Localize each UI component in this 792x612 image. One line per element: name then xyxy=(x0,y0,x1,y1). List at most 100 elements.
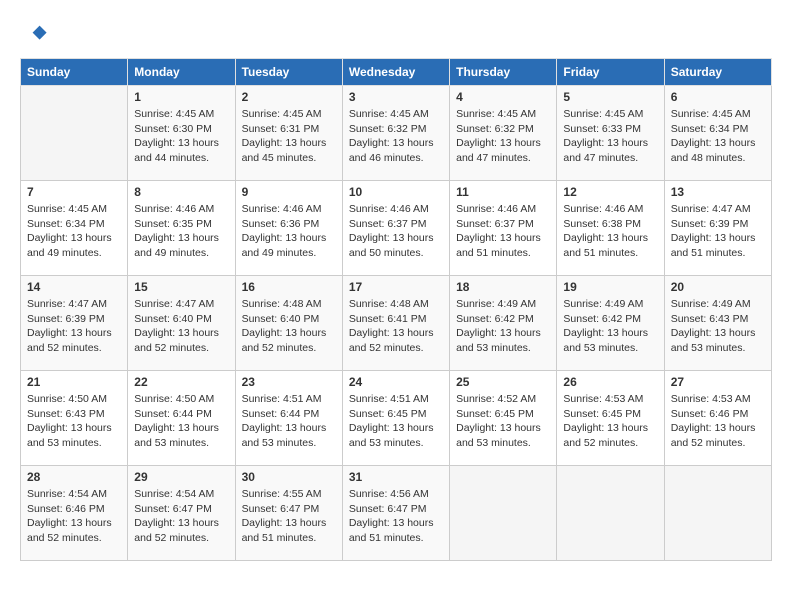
day-info: Sunrise: 4:53 AMSunset: 6:46 PMDaylight:… xyxy=(671,392,765,451)
day-cell xyxy=(21,86,128,181)
calendar-table: SundayMondayTuesdayWednesdayThursdayFrid… xyxy=(20,58,772,561)
day-cell: 24Sunrise: 4:51 AMSunset: 6:45 PMDayligh… xyxy=(342,371,449,466)
day-info: Sunrise: 4:53 AMSunset: 6:45 PMDaylight:… xyxy=(563,392,657,451)
day-info: Sunrise: 4:52 AMSunset: 6:45 PMDaylight:… xyxy=(456,392,550,451)
day-info: Sunrise: 4:49 AMSunset: 6:42 PMDaylight:… xyxy=(456,297,550,356)
day-info: Sunrise: 4:47 AMSunset: 6:39 PMDaylight:… xyxy=(671,202,765,261)
day-number: 20 xyxy=(671,280,765,294)
day-cell: 28Sunrise: 4:54 AMSunset: 6:46 PMDayligh… xyxy=(21,466,128,561)
day-info: Sunrise: 4:45 AMSunset: 6:33 PMDaylight:… xyxy=(563,107,657,166)
header-monday: Monday xyxy=(128,59,235,86)
day-info: Sunrise: 4:45 AMSunset: 6:34 PMDaylight:… xyxy=(671,107,765,166)
day-cell: 2 Sunrise: 4:45 AMSunset: 6:31 PMDaylight… xyxy=(235,86,342,181)
calendar-body: 1 Sunrise: 4:45 AMSunset: 6:30 PMDaylight… xyxy=(21,86,772,561)
day-cell: 5 Sunrise: 4:45 AMSunset: 6:33 PMDaylight… xyxy=(557,86,664,181)
day-cell: 9Sunrise: 4:46 AMSunset: 6:36 PMDaylight… xyxy=(235,181,342,276)
day-number: 14 xyxy=(27,280,121,294)
week-row-2: 7 Sunrise: 4:45 AMSunset: 6:34 PMDaylight… xyxy=(21,181,772,276)
day-number: 11 xyxy=(456,185,550,199)
day-info: Sunrise: 4:47 AMSunset: 6:39 PMDaylight:… xyxy=(27,297,121,356)
day-info: Sunrise: 4:46 AMSunset: 6:37 PMDaylight:… xyxy=(349,202,443,261)
day-number: 7 xyxy=(27,185,121,199)
day-number: 25 xyxy=(456,375,550,389)
day-number: 23 xyxy=(242,375,336,389)
day-number: 26 xyxy=(563,375,657,389)
day-info: Sunrise: 4:46 AMSunset: 6:38 PMDaylight:… xyxy=(563,202,657,261)
day-number: 6 xyxy=(671,90,765,104)
day-cell: 1 Sunrise: 4:45 AMSunset: 6:30 PMDaylight… xyxy=(128,86,235,181)
calendar-header-row: SundayMondayTuesdayWednesdayThursdayFrid… xyxy=(21,59,772,86)
day-cell: 25 Sunrise: 4:52 AMSunset: 6:45 PMDayligh… xyxy=(450,371,557,466)
day-cell: 4 Sunrise: 4:45 AMSunset: 6:32 PMDaylight… xyxy=(450,86,557,181)
day-number: 8 xyxy=(134,185,228,199)
day-number: 22 xyxy=(134,375,228,389)
day-cell: 31 Sunrise: 4:56 AMSunset: 6:47 PMDayligh… xyxy=(342,466,449,561)
day-info: Sunrise: 4:48 AMSunset: 6:40 PMDaylight:… xyxy=(242,297,336,356)
day-info: Sunrise: 4:47 AMSunset: 6:40 PMDaylight:… xyxy=(134,297,228,356)
day-info: Sunrise: 4:45 AMSunset: 6:32 PMDaylight:… xyxy=(456,107,550,166)
day-cell: 19 Sunrise: 4:49 AMSunset: 6:42 PMDayligh… xyxy=(557,276,664,371)
header-tuesday: Tuesday xyxy=(235,59,342,86)
day-cell: 15 Sunrise: 4:47 AMSunset: 6:40 PMDayligh… xyxy=(128,276,235,371)
day-number: 18 xyxy=(456,280,550,294)
day-info: Sunrise: 4:56 AMSunset: 6:47 PMDaylight:… xyxy=(349,487,443,546)
day-number: 16 xyxy=(242,280,336,294)
day-cell: 10Sunrise: 4:46 AMSunset: 6:37 PMDayligh… xyxy=(342,181,449,276)
day-info: Sunrise: 4:46 AMSunset: 6:35 PMDaylight:… xyxy=(134,202,228,261)
day-info: Sunrise: 4:51 AMSunset: 6:45 PMDaylight:… xyxy=(349,392,443,451)
day-cell: 11 Sunrise: 4:46 AMSunset: 6:37 PMDayligh… xyxy=(450,181,557,276)
day-number: 30 xyxy=(242,470,336,484)
day-number: 1 xyxy=(134,90,228,104)
page-header xyxy=(20,20,772,48)
day-number: 5 xyxy=(563,90,657,104)
day-info: Sunrise: 4:46 AMSunset: 6:37 PMDaylight:… xyxy=(456,202,550,261)
day-cell: 21Sunrise: 4:50 AMSunset: 6:43 PMDayligh… xyxy=(21,371,128,466)
day-number: 19 xyxy=(563,280,657,294)
day-info: Sunrise: 4:50 AMSunset: 6:44 PMDaylight:… xyxy=(134,392,228,451)
logo-icon xyxy=(20,20,48,48)
day-info: Sunrise: 4:54 AMSunset: 6:47 PMDaylight:… xyxy=(134,487,228,546)
day-number: 29 xyxy=(134,470,228,484)
header-saturday: Saturday xyxy=(664,59,771,86)
day-info: Sunrise: 4:49 AMSunset: 6:43 PMDaylight:… xyxy=(671,297,765,356)
logo xyxy=(20,20,52,48)
day-cell xyxy=(557,466,664,561)
day-cell: 3Sunrise: 4:45 AMSunset: 6:32 PMDaylight… xyxy=(342,86,449,181)
day-cell: 12Sunrise: 4:46 AMSunset: 6:38 PMDayligh… xyxy=(557,181,664,276)
header-wednesday: Wednesday xyxy=(342,59,449,86)
day-number: 2 xyxy=(242,90,336,104)
day-info: Sunrise: 4:45 AMSunset: 6:30 PMDaylight:… xyxy=(134,107,228,166)
day-info: Sunrise: 4:48 AMSunset: 6:41 PMDaylight:… xyxy=(349,297,443,356)
day-info: Sunrise: 4:45 AMSunset: 6:31 PMDaylight:… xyxy=(242,107,336,166)
day-cell: 13 Sunrise: 4:47 AMSunset: 6:39 PMDayligh… xyxy=(664,181,771,276)
week-row-4: 21Sunrise: 4:50 AMSunset: 6:43 PMDayligh… xyxy=(21,371,772,466)
header-sunday: Sunday xyxy=(21,59,128,86)
day-info: Sunrise: 4:49 AMSunset: 6:42 PMDaylight:… xyxy=(563,297,657,356)
day-cell: 26 Sunrise: 4:53 AMSunset: 6:45 PMDayligh… xyxy=(557,371,664,466)
day-number: 15 xyxy=(134,280,228,294)
day-number: 17 xyxy=(349,280,443,294)
day-cell xyxy=(664,466,771,561)
day-cell: 27 Sunrise: 4:53 AMSunset: 6:46 PMDayligh… xyxy=(664,371,771,466)
day-number: 27 xyxy=(671,375,765,389)
day-number: 3 xyxy=(349,90,443,104)
day-cell: 16 Sunrise: 4:48 AMSunset: 6:40 PMDayligh… xyxy=(235,276,342,371)
day-cell: 6 Sunrise: 4:45 AMSunset: 6:34 PMDaylight… xyxy=(664,86,771,181)
day-number: 9 xyxy=(242,185,336,199)
day-cell: 29 Sunrise: 4:54 AMSunset: 6:47 PMDayligh… xyxy=(128,466,235,561)
day-number: 13 xyxy=(671,185,765,199)
day-cell: 23 Sunrise: 4:51 AMSunset: 6:44 PMDayligh… xyxy=(235,371,342,466)
day-cell: 22 Sunrise: 4:50 AMSunset: 6:44 PMDayligh… xyxy=(128,371,235,466)
day-number: 31 xyxy=(349,470,443,484)
day-info: Sunrise: 4:55 AMSunset: 6:47 PMDaylight:… xyxy=(242,487,336,546)
day-cell: 17 Sunrise: 4:48 AMSunset: 6:41 PMDayligh… xyxy=(342,276,449,371)
day-info: Sunrise: 4:45 AMSunset: 6:34 PMDaylight:… xyxy=(27,202,121,261)
day-info: Sunrise: 4:51 AMSunset: 6:44 PMDaylight:… xyxy=(242,392,336,451)
day-cell xyxy=(450,466,557,561)
day-cell: 30 Sunrise: 4:55 AMSunset: 6:47 PMDayligh… xyxy=(235,466,342,561)
week-row-5: 28Sunrise: 4:54 AMSunset: 6:46 PMDayligh… xyxy=(21,466,772,561)
week-row-3: 14 Sunrise: 4:47 AMSunset: 6:39 PMDayligh… xyxy=(21,276,772,371)
day-info: Sunrise: 4:54 AMSunset: 6:46 PMDaylight:… xyxy=(27,487,121,546)
day-cell: 8 Sunrise: 4:46 AMSunset: 6:35 PMDaylight… xyxy=(128,181,235,276)
day-number: 4 xyxy=(456,90,550,104)
